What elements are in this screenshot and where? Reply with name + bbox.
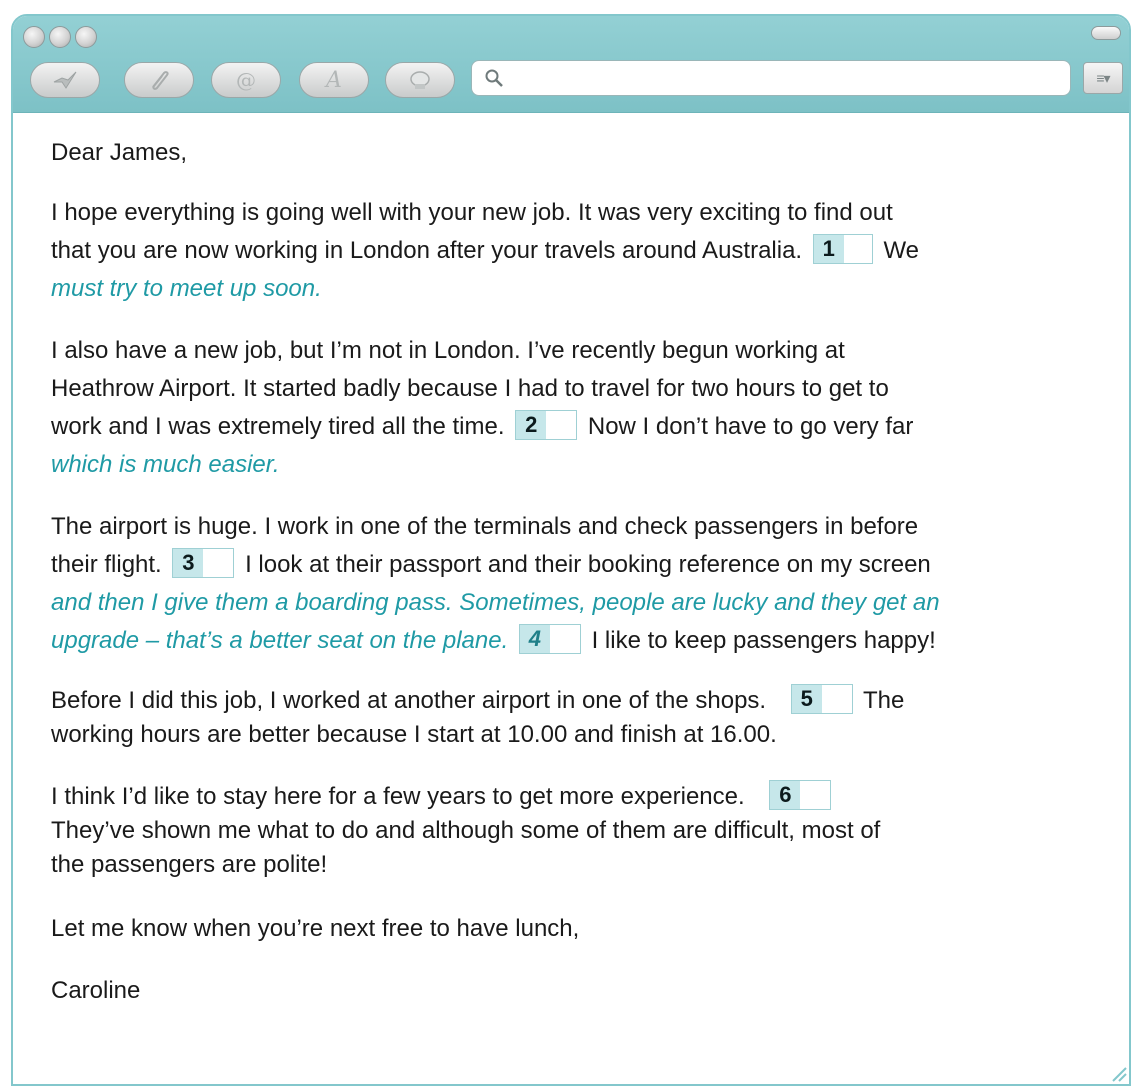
close-icon[interactable] xyxy=(23,26,45,48)
text-line: We xyxy=(883,237,920,264)
font-icon: A xyxy=(326,67,342,93)
text-line: that you are now working in London after… xyxy=(51,237,803,264)
answer-gap-6[interactable]: 6 xyxy=(769,780,832,810)
text-line: I also have a new job, but I’m not in Lo… xyxy=(51,337,845,364)
address-icon: @ xyxy=(236,68,256,92)
resize-grip-icon[interactable] xyxy=(1109,1064,1127,1082)
text-line: work and I was extremely tired all the t… xyxy=(51,413,505,440)
text-line: They’ve shown me what to do and although… xyxy=(51,817,881,844)
toolbar-toggle-icon[interactable] xyxy=(1091,26,1121,40)
minimize-icon[interactable] xyxy=(49,26,71,48)
gap-number: 4 xyxy=(519,625,550,653)
text-line: The xyxy=(863,687,905,714)
text-line: The airport is huge. I work in one of th… xyxy=(51,513,919,540)
address-button[interactable]: @ xyxy=(211,62,281,98)
text-line: I hope everything is going well with you… xyxy=(51,199,893,226)
answer-gap-5[interactable]: 5 xyxy=(790,684,853,714)
gap-number: 1 xyxy=(813,235,844,263)
send-button[interactable] xyxy=(30,62,100,98)
answer-gap-2[interactable]: 2 xyxy=(515,410,578,440)
gap-number: 5 xyxy=(791,685,822,713)
text-line: must try to meet up soon. xyxy=(51,275,322,302)
photo-button[interactable] xyxy=(385,62,455,98)
signature: Caroline xyxy=(51,977,141,1004)
answer-gap-4[interactable]: 4 xyxy=(518,624,581,654)
gap-number: 2 xyxy=(516,411,547,439)
gap-number: 3 xyxy=(173,549,204,577)
send-icon xyxy=(53,71,77,89)
text-line: and then I give them a boarding pass. So… xyxy=(51,589,940,616)
photo-icon xyxy=(410,71,430,89)
search-field[interactable] xyxy=(471,60,1071,96)
text-line: which is much easier. xyxy=(51,451,280,478)
gap-number: 6 xyxy=(770,781,801,809)
search-input[interactable] xyxy=(512,65,1056,93)
paragraph-2: I also have a new job, but I’m not in Lo… xyxy=(51,332,1126,484)
search-icon xyxy=(485,69,503,87)
closing-line: Let me know when you’re next free to hav… xyxy=(51,915,580,942)
text-line: I think I’d like to stay here for a few … xyxy=(51,783,745,810)
text-line: Heathrow Airport. It started badly becau… xyxy=(51,375,889,402)
text-line: I look at their passport and their booki… xyxy=(245,551,931,578)
paragraph-3: The airport is huge. I work in one of th… xyxy=(51,508,1126,660)
answer-gap-1[interactable]: 1 xyxy=(812,234,873,264)
zoom-icon[interactable] xyxy=(75,26,97,48)
text-line: upgrade – that’s a better seat on the pl… xyxy=(51,627,509,654)
text-line: Before I did this job, I worked at anoth… xyxy=(51,687,767,714)
text-line: their flight. xyxy=(51,551,162,578)
text-line: Now I don’t have to go very far xyxy=(587,413,914,440)
attach-icon xyxy=(152,71,169,90)
mail-compose-window: @ A ≡▾ Dear James, I hope everything is … xyxy=(11,14,1131,1086)
text-line: working hours are better because I start… xyxy=(51,721,777,748)
answer-gap-3[interactable]: 3 xyxy=(172,548,235,578)
paragraph-4: Before I did this job, I worked at anoth… xyxy=(51,684,1126,752)
text-line: I like to keep passengers happy! xyxy=(591,627,936,654)
text-line: the passengers are polite! xyxy=(51,851,328,878)
email-body: Dear James, I hope everything is going w… xyxy=(51,112,1126,1010)
menu-button[interactable]: ≡▾ xyxy=(1083,62,1123,94)
font-button[interactable]: A xyxy=(299,62,369,98)
paragraph-1: I hope everything is going well with you… xyxy=(51,194,1126,308)
attach-button[interactable] xyxy=(124,62,194,98)
toolbar: @ A ≡▾ xyxy=(13,16,1129,113)
paragraph-5: I think I’d like to stay here for a few … xyxy=(51,780,1126,882)
greeting: Dear James, xyxy=(51,139,188,166)
menu-icon: ≡▾ xyxy=(1096,69,1110,86)
